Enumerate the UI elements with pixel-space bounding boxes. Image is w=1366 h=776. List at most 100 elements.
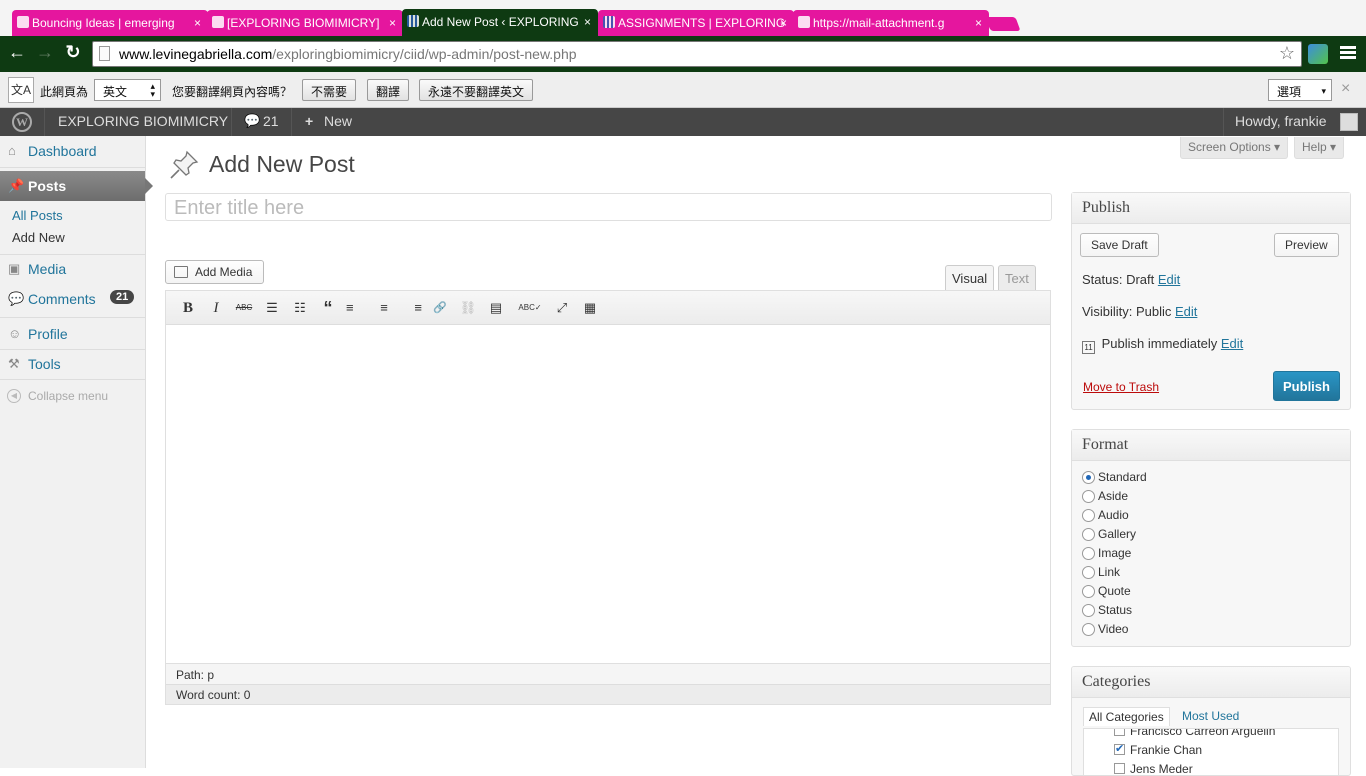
format-radio-standard[interactable]: Standard — [1082, 470, 1147, 484]
add-media-button[interactable]: Add Media — [165, 260, 264, 284]
forward-arrow-icon[interactable]: → — [34, 42, 56, 63]
site-name-link[interactable]: EXPLORING BIOMIMICRY — [58, 113, 228, 129]
tab-close-icon[interactable]: × — [194, 16, 201, 30]
wordpress-logo-icon[interactable]: W — [12, 112, 32, 132]
edit-status-link[interactable]: Edit — [1158, 272, 1180, 287]
bookmark-star-icon[interactable]: ☆ — [1279, 43, 1295, 64]
browser-tab-exploring-mail[interactable]: [EXPLORING BIOMIMICRY] × — [207, 10, 403, 36]
format-label: Aside — [1098, 489, 1129, 503]
word-count: Word count: 0 — [166, 684, 1050, 704]
sidebar-item-comments[interactable]: 💬 Comments 21 — [0, 284, 145, 314]
help-button[interactable]: Help ▾ — [1294, 137, 1345, 159]
collapse-arrow-icon[interactable]: ◀ — [7, 389, 21, 403]
align-left-icon[interactable]: ≡ — [346, 299, 366, 317]
submenu-add-new[interactable]: Add New — [12, 230, 65, 245]
sidebar-item-label: Media — [28, 261, 67, 277]
sidebar-item-tools[interactable]: ⚒ Tools — [0, 349, 145, 379]
move-to-trash-link[interactable]: Move to Trash — [1083, 380, 1159, 394]
submenu-all-posts[interactable]: All Posts — [12, 208, 63, 223]
format-radio-image[interactable]: Image — [1082, 546, 1131, 560]
unlink-icon[interactable]: ⛓ — [458, 299, 478, 317]
sidebar-item-label: Dashboard — [28, 143, 97, 159]
sidebar-item-profile[interactable]: ☺ Profile — [0, 319, 145, 349]
format-radio-quote[interactable]: Quote — [1082, 584, 1131, 598]
tab-title: Add New Post ‹ EXPLORING — [422, 15, 579, 29]
comment-icon: 💬 — [8, 291, 25, 306]
language-select[interactable]: 英文 ▴ ▾ — [94, 79, 161, 101]
tab-close-icon[interactable]: × — [975, 16, 982, 30]
tab-visual[interactable]: Visual — [945, 265, 995, 291]
category-label: Frankie Chan — [1130, 743, 1203, 757]
screen-options-button[interactable]: Screen Options ▾ — [1180, 137, 1289, 159]
browser-tab-add-new-post[interactable]: Add New Post ‹ EXPLORING × — [402, 9, 598, 37]
spellcheck-icon[interactable]: ABC✓ — [514, 299, 546, 317]
fullscreen-icon[interactable]: ⤢ — [552, 299, 572, 317]
browser-menu-icon[interactable] — [1340, 44, 1356, 62]
blockquote-icon[interactable]: “ — [318, 299, 338, 317]
document-icon — [798, 16, 810, 28]
url-path: /exploringbiomimicry/ciid/wp-admin/post-… — [272, 46, 577, 62]
kitchen-sink-icon[interactable]: ▦ — [580, 299, 600, 317]
bullet-list-icon[interactable]: ☰ — [262, 299, 282, 317]
insert-more-icon[interactable]: ▤ — [486, 299, 506, 317]
format-radio-status[interactable]: Status — [1082, 603, 1132, 617]
sidebar-item-media[interactable]: ▣ Media — [0, 254, 145, 284]
format-radio-link[interactable]: Link — [1082, 565, 1120, 579]
link-icon[interactable]: 🔗 — [430, 299, 450, 317]
extension-icon[interactable] — [1308, 44, 1328, 64]
radio-icon — [1082, 528, 1095, 541]
tab-close-icon[interactable]: × — [780, 16, 787, 30]
align-center-icon[interactable]: ≡ — [374, 299, 394, 317]
preview-button[interactable]: Preview — [1274, 233, 1339, 257]
align-right-icon[interactable]: ≡ — [402, 299, 422, 317]
translate-options-select[interactable]: 選項 ▾ — [1268, 79, 1332, 101]
numbered-list-icon[interactable]: ☷ — [290, 299, 310, 317]
sidebar-item-dashboard[interactable]: ⌂ Dashboard — [0, 136, 145, 166]
category-item[interactable]: Francisco Carreon Arguelin — [1114, 729, 1275, 738]
avatar[interactable] — [1340, 113, 1358, 131]
save-draft-button[interactable]: Save Draft — [1080, 233, 1159, 257]
checkbox-icon — [1114, 729, 1125, 736]
new-tab-button[interactable] — [985, 17, 1021, 31]
tab-all-categories[interactable]: All Categories — [1083, 707, 1170, 726]
radio-icon — [1082, 585, 1095, 598]
comments-count-link[interactable]: 21 — [263, 113, 279, 129]
strikethrough-icon[interactable]: ABC — [234, 299, 254, 317]
browser-tab-bouncing-ideas[interactable]: Bouncing Ideas | emerging × — [12, 10, 208, 36]
category-item[interactable]: ✔ Frankie Chan — [1114, 743, 1202, 757]
tab-most-used[interactable]: Most Used — [1182, 709, 1239, 723]
calendar-icon: 11 — [1082, 341, 1095, 354]
howdy-user-link[interactable]: Howdy, frankie — [1235, 113, 1327, 129]
format-radio-aside[interactable]: Aside — [1082, 489, 1128, 503]
edit-schedule-link[interactable]: Edit — [1221, 336, 1243, 351]
browser-tab-mail-attachment[interactable]: https://mail-attachment.g × — [793, 10, 989, 36]
address-bar[interactable]: www.levinegabriella.com/exploringbiomimi… — [92, 41, 1302, 67]
new-content-link[interactable]: New — [324, 113, 352, 129]
never-translate-button[interactable]: 永遠不要翻譯英文 — [419, 79, 534, 101]
publish-button[interactable]: Publish — [1273, 371, 1340, 401]
bold-icon[interactable]: B — [178, 299, 198, 317]
translate-prefix: 此網頁為 — [40, 85, 89, 99]
format-radio-gallery[interactable]: Gallery — [1082, 527, 1136, 541]
post-title-input[interactable]: Enter title here — [165, 193, 1052, 221]
edit-visibility-link[interactable]: Edit — [1175, 304, 1197, 319]
translate-button[interactable]: 翻譯 — [367, 79, 410, 101]
admin-sidebar: ⌂ Dashboard 📌 Posts All Posts Add New ▣ … — [0, 136, 153, 768]
tab-text[interactable]: Text — [998, 265, 1036, 291]
close-translate-icon[interactable]: × — [1341, 80, 1350, 98]
sidebar-item-posts[interactable]: 📌 Posts — [0, 171, 153, 201]
category-item[interactable]: Jens Meder — [1114, 762, 1193, 775]
italic-icon[interactable]: I — [206, 299, 226, 317]
tab-title: ASSIGNMENTS | EXPLORING — [618, 16, 786, 30]
collapse-menu-button[interactable]: Collapse menu — [28, 389, 108, 403]
format-radio-video[interactable]: Video — [1082, 622, 1128, 636]
reload-icon[interactable]: ↻ — [62, 42, 84, 63]
format-radio-audio[interactable]: Audio — [1082, 508, 1129, 522]
browser-tab-assignments[interactable]: ASSIGNMENTS | EXPLORING × — [598, 10, 794, 36]
post-content-editor[interactable]: B I ABC ☰ ☷ “ ≡ ≡ ≡ 🔗 ⛓ ▤ ABC✓ ⤢ ▦ Path:… — [165, 290, 1051, 705]
category-checklist[interactable]: Francisco Carreon Arguelin ✔ Frankie Chan… — [1083, 728, 1339, 775]
dont-translate-button[interactable]: 不需要 — [302, 79, 357, 101]
tab-close-icon[interactable]: × — [389, 16, 396, 30]
back-arrow-icon[interactable]: ← — [6, 42, 28, 63]
tab-close-icon[interactable]: × — [584, 15, 591, 29]
